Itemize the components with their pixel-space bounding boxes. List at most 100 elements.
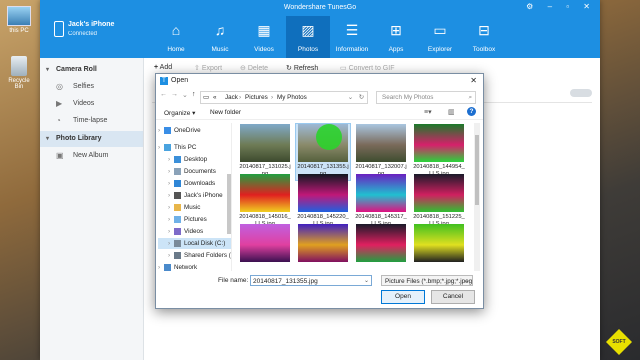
- breadcrumb-overflow[interactable]: «: [213, 92, 217, 103]
- device-status: Connected: [68, 31, 98, 37]
- expand-arrow-icon[interactable]: ›: [168, 178, 170, 189]
- file-thumbnail[interactable]: 20140817_132007.jpg: [354, 124, 408, 180]
- address-bar[interactable]: ▭ « Jack › Pictures › My Photos ⌄ ↻: [200, 91, 368, 104]
- file-thumbnail[interactable]: [296, 224, 350, 270]
- nav-photos[interactable]: ▨ Photos: [286, 16, 330, 58]
- filename-label: File name:: [218, 277, 249, 284]
- expand-arrow-icon[interactable]: ›: [168, 214, 170, 225]
- expand-arrow-icon[interactable]: ›: [168, 190, 170, 201]
- tree-node[interactable]: › Jack's iPhone: [158, 190, 231, 201]
- recycle-bin-icon: [11, 56, 27, 76]
- expand-arrow-icon[interactable]: ›: [168, 250, 170, 261]
- tree-scrollbar[interactable]: [227, 174, 231, 234]
- refresh-button[interactable]: ↻ Refresh: [286, 64, 318, 72]
- breadcrumb-pictures[interactable]: Pictures: [245, 92, 268, 103]
- music-icon: ♫: [214, 22, 226, 38]
- forward-arrow-icon[interactable]: →: [171, 91, 178, 98]
- file-thumbnail[interactable]: [354, 224, 408, 270]
- info-card-icon: ☰: [345, 22, 359, 38]
- photo-thumbnail-image: [356, 174, 406, 212]
- desktop-this-pc-icon[interactable]: this PC: [4, 6, 34, 34]
- window-controls[interactable]: ⚙ – ▫ ✕: [526, 2, 596, 11]
- tree-node[interactable]: › Documents: [158, 166, 231, 177]
- tree-node[interactable]: › Shared Folders (\: [158, 250, 231, 261]
- tree-node[interactable]: › This PC: [158, 142, 231, 153]
- expand-arrow-icon[interactable]: ›: [168, 226, 170, 237]
- filetype-value: Picture Files (*.bmp;*.jpg;*.jpeg: [385, 278, 473, 285]
- sidebar-item-videos[interactable]: ▶ Videos: [40, 95, 143, 112]
- nav-information[interactable]: ☰ Information: [330, 16, 374, 58]
- tree-node[interactable]: › Desktop: [158, 154, 231, 165]
- files-scrollbar[interactable]: [474, 123, 480, 271]
- chevron-down-icon[interactable]: ⌄: [182, 91, 188, 99]
- tree-node[interactable]: › Videos: [158, 226, 231, 237]
- tree-node[interactable]: › Pictures: [158, 214, 231, 225]
- tree-node[interactable]: › Music: [158, 202, 231, 213]
- expand-arrow-icon[interactable]: ›: [158, 142, 160, 153]
- tree-node[interactable]: › Local Disk (C:): [158, 238, 231, 249]
- file-thumbnail[interactable]: 20140818_151225_LLS.jpg: [412, 174, 466, 230]
- preview-pane-icon[interactable]: ▥: [448, 108, 455, 116]
- sidebar-item-label: Videos: [73, 100, 95, 107]
- nav-music[interactable]: ♫ Music: [198, 16, 242, 58]
- nav-explorer[interactable]: ▭ Explorer: [418, 16, 462, 58]
- expand-arrow-icon[interactable]: ›: [158, 262, 160, 271]
- expand-arrow-icon[interactable]: ›: [168, 238, 170, 249]
- filename-input[interactable]: 20140817_131355.jpg ⌄: [250, 275, 372, 286]
- organize-button[interactable]: Organize ▾: [164, 109, 195, 117]
- watermark-logo: SOFT: [606, 329, 632, 355]
- add-button[interactable]: + Add: [154, 64, 172, 71]
- nav-label: Videos: [254, 46, 274, 53]
- desktop-recycle-bin-icon[interactable]: Recycle Bin: [4, 56, 34, 90]
- chevron-down-icon[interactable]: ⌄: [364, 276, 369, 287]
- tree-node-label: Local Disk (C:): [184, 240, 226, 247]
- search-input[interactable]: Search My Photos ⌕: [376, 91, 476, 104]
- photo-thumbnail-image: [414, 224, 464, 262]
- file-thumbnail[interactable]: 20140818_144954_LLS.jpg: [412, 124, 466, 180]
- photo-thumbnail-image: [414, 174, 464, 212]
- file-grid: 20140817_131025.jpg20140817_131355.jpg20…: [238, 122, 470, 272]
- cancel-button[interactable]: Cancel: [431, 290, 475, 304]
- nav-toolbox[interactable]: ⊟ Toolbox: [462, 16, 506, 58]
- film-icon: ▦: [257, 22, 271, 38]
- back-arrow-icon[interactable]: ←: [160, 91, 167, 98]
- file-thumbnail[interactable]: [412, 224, 466, 270]
- open-button[interactable]: Open: [381, 290, 425, 304]
- expand-arrow-icon[interactable]: ›: [168, 154, 170, 165]
- export-button[interactable]: ⇧ Export: [194, 64, 222, 72]
- breadcrumb-jack[interactable]: Jack: [225, 92, 238, 103]
- tree-node[interactable]: › Network: [158, 262, 231, 271]
- sidebar-item-selfies[interactable]: ◎ Selfies: [40, 78, 143, 95]
- filetype-select[interactable]: Picture Files (*.bmp;*.jpg;*.jpeg ⌄: [381, 275, 473, 286]
- file-thumbnail[interactable]: [238, 224, 292, 270]
- nav-home[interactable]: ⌂ Home: [154, 16, 198, 58]
- expand-arrow-icon[interactable]: ›: [158, 125, 160, 136]
- file-thumbnail[interactable]: 20140817_131025.jpg: [238, 124, 292, 180]
- delete-button[interactable]: ⊖ Delete: [240, 64, 268, 72]
- scroll-thumb[interactable]: [475, 135, 479, 205]
- close-icon[interactable]: ✕: [470, 76, 477, 85]
- file-thumbnail[interactable]: 20140818_145220_LLS.jpg: [296, 174, 350, 230]
- breadcrumb-my-photos[interactable]: My Photos: [277, 92, 307, 103]
- tree-node[interactable]: › Downloads: [158, 178, 231, 189]
- sidebar-section-camera-roll[interactable]: ▾ Camera Roll: [40, 62, 143, 78]
- refresh-icon[interactable]: ↻: [359, 92, 364, 103]
- expand-arrow-icon[interactable]: ›: [168, 202, 170, 213]
- sidebar: ▾ Camera Roll ◎ Selfies ▶ Videos ◔ Time-lapse…: [40, 58, 144, 360]
- help-icon[interactable]: ?: [467, 107, 476, 116]
- file-thumbnail[interactable]: 20140818_145016_LLS.jpg: [238, 174, 292, 230]
- sidebar-section-photo-library[interactable]: ▾ Photo Library: [40, 131, 143, 147]
- expand-arrow-icon[interactable]: ›: [168, 166, 170, 177]
- nav-videos[interactable]: ▦ Videos: [242, 16, 286, 58]
- convert-to-gif-button[interactable]: ▭ Convert to GIF: [340, 64, 394, 72]
- sidebar-item-time-lapse[interactable]: ◔ Time-lapse: [40, 112, 143, 129]
- chevron-down-icon[interactable]: ⌄: [348, 92, 353, 103]
- file-thumbnail[interactable]: 20140818_145317_LLS.jpg: [354, 174, 408, 230]
- view-options-icon[interactable]: ≡▾: [424, 108, 432, 116]
- new-folder-button[interactable]: New folder: [210, 109, 241, 116]
- nav-label: Apps: [388, 46, 404, 53]
- tree-node[interactable]: › OneDrive: [158, 125, 231, 136]
- sidebar-item-new-album[interactable]: ▣ New Album: [40, 147, 143, 164]
- up-arrow-icon[interactable]: ↑: [192, 91, 196, 98]
- nav-apps[interactable]: ⊞ Apps: [374, 16, 418, 58]
